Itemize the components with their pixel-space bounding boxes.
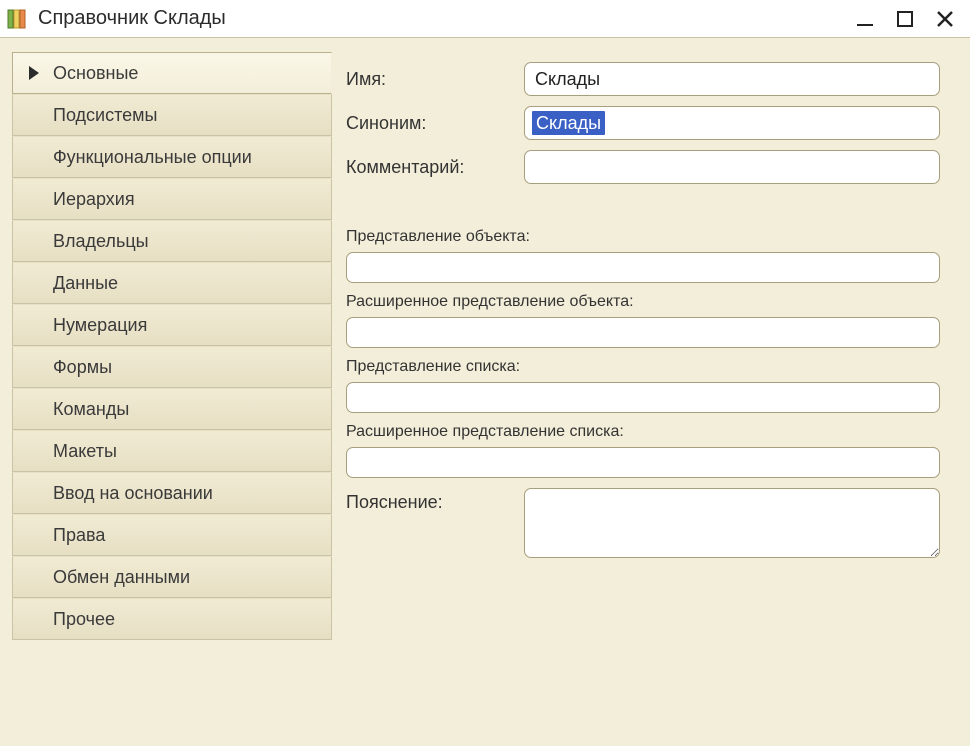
tab-forms[interactable]: Формы <box>12 346 332 388</box>
ext-object-presentation-label: Расширенное представление объекта: <box>346 293 940 311</box>
tab-label: Обмен данными <box>53 567 190 588</box>
comment-label: Комментарий: <box>346 157 516 178</box>
row-synonym: Синоним: Склады <box>346 106 940 140</box>
row-object-presentation: Представление объекта: <box>346 228 940 283</box>
name-label: Имя: <box>346 69 516 90</box>
synonym-input-wrap: Склады <box>524 106 940 140</box>
tab-label: Команды <box>53 399 129 420</box>
tab-label: Подсистемы <box>53 105 157 126</box>
tab-label: Права <box>53 525 105 546</box>
row-ext-object-presentation: Расширенное представление объекта: <box>346 293 940 348</box>
list-presentation-label: Представление списка: <box>346 358 940 376</box>
tab-functional-options[interactable]: Функциональные опции <box>12 136 332 178</box>
row-name: Имя: <box>346 62 940 96</box>
maximize-button[interactable] <box>892 6 918 32</box>
tab-label: Макеты <box>53 441 117 462</box>
tab-templates[interactable]: Макеты <box>12 430 332 472</box>
minimize-button[interactable] <box>852 6 878 32</box>
object-presentation-label: Представление объекта: <box>346 228 940 246</box>
tab-numbering[interactable]: Нумерация <box>12 304 332 346</box>
tab-label: Функциональные опции <box>53 147 252 168</box>
tab-data[interactable]: Данные <box>12 262 332 304</box>
synonym-label: Синоним: <box>346 113 516 134</box>
close-button[interactable] <box>932 6 958 32</box>
tab-data-exchange[interactable]: Обмен данными <box>12 556 332 598</box>
form-area: Имя: Синоним: Склады Комментарий: Предст… <box>346 52 960 746</box>
comment-input[interactable] <box>524 150 940 184</box>
tab-label: Владельцы <box>53 231 149 252</box>
tab-hierarchy[interactable]: Иерархия <box>12 178 332 220</box>
client-area: Основные Подсистемы Функциональные опции… <box>0 38 970 746</box>
tab-label: Иерархия <box>53 189 135 210</box>
tab-label: Прочее <box>53 609 115 630</box>
tab-label: Основные <box>53 63 138 84</box>
row-list-presentation: Представление списка: <box>346 358 940 413</box>
tab-main[interactable]: Основные <box>12 52 332 94</box>
row-ext-list-presentation: Расширенное представление списка: <box>346 423 940 478</box>
explanation-label: Пояснение: <box>346 488 516 513</box>
synonym-selection: Склады <box>532 111 605 135</box>
spacer <box>346 194 940 218</box>
tab-label: Нумерация <box>53 315 147 336</box>
tab-input-based-on[interactable]: Ввод на основании <box>12 472 332 514</box>
window-title: Справочник Склады <box>38 7 842 30</box>
tab-subsystems[interactable]: Подсистемы <box>12 94 332 136</box>
sidebar: Основные Подсистемы Функциональные опции… <box>12 52 332 746</box>
tab-label: Ввод на основании <box>53 483 213 504</box>
window-controls <box>852 6 964 32</box>
explanation-input[interactable] <box>524 488 940 558</box>
window: Справочник Склады Основные Подсистемы Фу… <box>0 0 970 746</box>
tab-label: Формы <box>53 357 112 378</box>
object-presentation-input[interactable] <box>346 252 940 283</box>
name-input[interactable] <box>524 62 940 96</box>
tab-label: Данные <box>53 273 118 294</box>
row-comment: Комментарий: <box>346 150 940 184</box>
list-presentation-input[interactable] <box>346 382 940 413</box>
tab-commands[interactable]: Команды <box>12 388 332 430</box>
tab-rights[interactable]: Права <box>12 514 332 556</box>
titlebar: Справочник Склады <box>0 0 970 38</box>
ext-list-presentation-label: Расширенное представление списка: <box>346 423 940 441</box>
row-explanation: Пояснение: <box>346 488 940 558</box>
ext-object-presentation-input[interactable] <box>346 317 940 348</box>
ext-list-presentation-input[interactable] <box>346 447 940 478</box>
tab-owners[interactable]: Владельцы <box>12 220 332 262</box>
tab-other[interactable]: Прочее <box>12 598 332 640</box>
catalog-icon <box>6 8 28 30</box>
